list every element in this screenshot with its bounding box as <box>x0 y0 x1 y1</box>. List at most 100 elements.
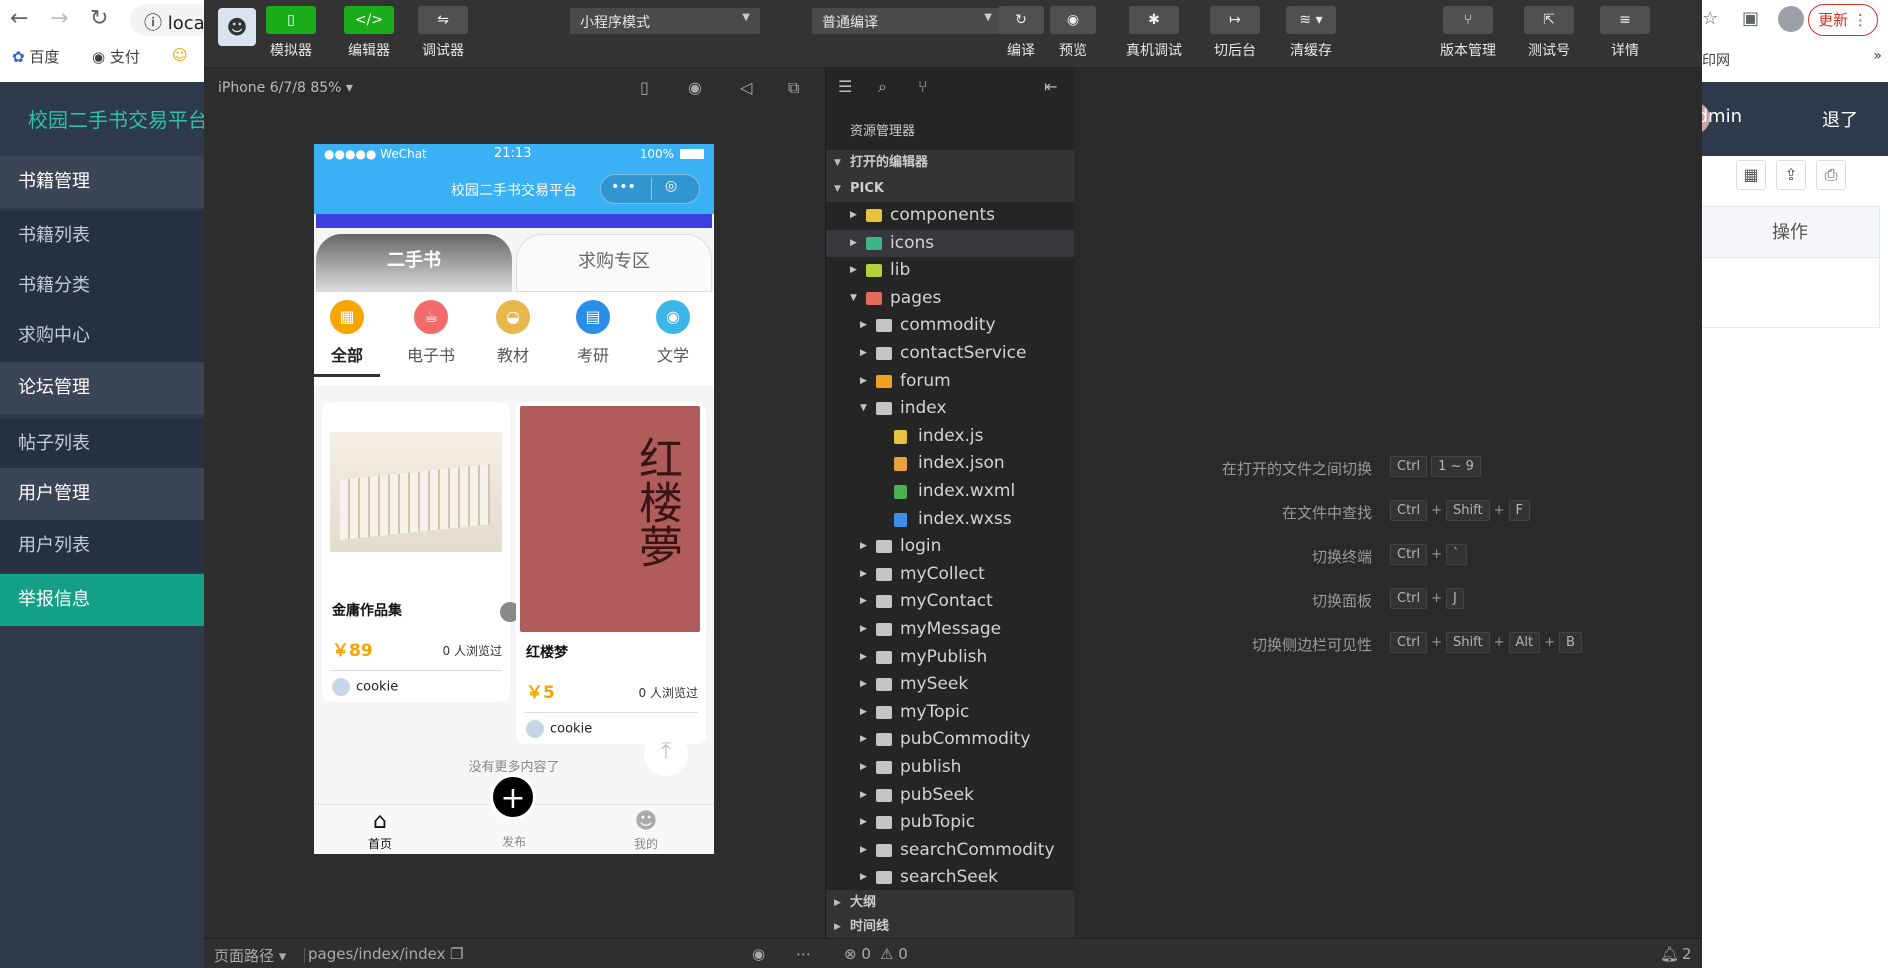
eye-icon[interactable]: ◉ <box>752 945 765 963</box>
search-icon[interactable]: ⌕ <box>878 77 887 97</box>
tree-folder[interactable]: ▶ pubSeek <box>826 782 1074 809</box>
sidebar-item[interactable]: 求购中心 <box>0 310 204 362</box>
tabbar-home[interactable]: ⌂ 首页 <box>340 809 420 852</box>
tree-file[interactable]: index.wxml <box>826 478 1074 505</box>
details-button[interactable]: ≡ 详情 <box>1600 6 1650 60</box>
compile-select[interactable]: 普通编译 ▼ <box>812 8 1002 34</box>
capsule-menu[interactable]: ••• ◎ <box>600 174 700 204</box>
avatar[interactable]: ☻ <box>218 8 256 46</box>
export-icon[interactable]: ⇪ <box>1776 160 1806 190</box>
tree-folder[interactable]: ▶ myContact <box>826 588 1074 615</box>
version-button[interactable]: ⑂ 版本管理 <box>1440 6 1496 60</box>
category-ebook[interactable]: ☕ 电子书 <box>396 300 466 366</box>
category-all[interactable]: ▦ 全部 <box>314 300 382 366</box>
print-icon[interactable]: ⎙ <box>1816 160 1846 190</box>
seller[interactable]: cookie <box>332 678 398 696</box>
forward-icon[interactable]: → <box>50 6 68 31</box>
tree-file[interactable]: index.wxss <box>826 506 1074 533</box>
admin-brand[interactable]: 校园二手书交易平台 <box>28 104 208 133</box>
volume-icon[interactable]: ◁ <box>740 78 752 97</box>
branch-icon[interactable]: ⑂ <box>918 77 928 96</box>
profile-icon[interactable] <box>1778 6 1804 32</box>
error-count[interactable]: ⊗ 0 <box>844 945 871 963</box>
preview-button[interactable]: ◉ 预览 <box>1050 6 1096 60</box>
collapse-icon[interactable]: ⇤ <box>1044 77 1057 96</box>
sidebar-item[interactable]: 书籍列表 <box>0 210 204 262</box>
debugger-button[interactable]: ⇋ 调试器 <box>418 6 468 60</box>
update-button[interactable]: 更新 ⋮ <box>1808 4 1878 36</box>
sidebar-item[interactable]: 用户列表 <box>0 520 204 572</box>
tree-folder[interactable]: ▶ myTopic <box>826 699 1074 726</box>
tree-file[interactable]: index.json <box>826 450 1074 477</box>
publish-button[interactable]: + <box>490 774 536 820</box>
simulator-button[interactable]: ▯ 模拟器 <box>266 6 316 60</box>
editor-button[interactable]: </> 编辑器 <box>344 6 394 60</box>
tree-folder[interactable]: ▶ publish <box>826 754 1074 781</box>
page-path-label[interactable]: 页面路径 ▾ <box>214 945 286 966</box>
tree-folder[interactable]: ▶ lib <box>826 257 1074 284</box>
bookmark-pay[interactable]: ◉ 支付 <box>92 46 140 67</box>
tree-folder[interactable]: ▶ searchCommodity <box>826 837 1074 864</box>
window-icon[interactable]: ⧉ <box>788 78 799 98</box>
logout-button[interactable]: 退了 <box>1822 106 1858 132</box>
warning-count[interactable]: ⚠ 0 <box>880 945 908 963</box>
copy-icon[interactable]: ❐ <box>450 945 463 963</box>
sidebar-item[interactable]: 用户管理 <box>0 468 204 520</box>
columns-icon[interactable]: ▦ <box>1736 160 1766 190</box>
banner[interactable] <box>316 214 712 228</box>
clear-cache-button[interactable]: ≋ ▾ 清缓存 <box>1286 6 1336 60</box>
book-card[interactable]: 红楼夢 红楼梦 ￥5 0 人浏览过 cookie <box>516 402 706 744</box>
test-id-button[interactable]: ⇱ 测试号 <box>1524 6 1574 60</box>
tree-folder[interactable]: ▼ index <box>826 395 1074 422</box>
tree-folder[interactable]: ▶ contactService <box>826 340 1074 367</box>
close-circle-icon[interactable]: ◎ <box>665 178 677 194</box>
section-timeline[interactable]: ▶ 时间线 <box>826 916 1074 938</box>
star-icon[interactable]: ☆ <box>1702 8 1718 29</box>
section-outline[interactable]: ▶ 大纲 <box>826 890 1074 916</box>
mode-select[interactable]: 小程序模式 ▼ <box>570 8 760 34</box>
category-textbook[interactable]: ◒ 教材 <box>478 300 548 366</box>
sidebar-item[interactable]: 论坛管理 <box>0 362 204 414</box>
tree-folder[interactable]: ▶ myMessage <box>826 616 1074 643</box>
sidepanel-icon[interactable]: ▣ <box>1742 8 1759 29</box>
tree-folder[interactable]: ▶ icons <box>826 229 1074 257</box>
tree-folder[interactable]: ▼ pages <box>826 285 1074 312</box>
seller[interactable]: cookie <box>526 720 592 738</box>
phone-icon[interactable]: ▯ <box>640 78 649 97</box>
tree-folder[interactable]: ▶ commodity <box>826 312 1074 339</box>
list-icon[interactable]: ☰ <box>838 77 852 96</box>
section-open-editors[interactable]: ▼ 打开的编辑器 <box>826 150 1074 176</box>
tree-folder[interactable]: ▶ pubTopic <box>826 809 1074 836</box>
more-icon[interactable]: ••• <box>611 179 636 195</box>
real-debug-button[interactable]: ✱ 真机调试 <box>1126 6 1182 60</box>
device-select[interactable]: iPhone 6/7/8 85% ▾ <box>218 80 353 96</box>
tree-folder[interactable]: ▶ login <box>826 533 1074 560</box>
compile-button[interactable]: ↻ 编译 <box>998 6 1044 60</box>
sidebar-item[interactable]: 书籍分类 <box>0 260 204 312</box>
sidebar-item[interactable]: 书籍管理 <box>0 156 204 208</box>
tree-folder[interactable]: ▶ myCollect <box>826 561 1074 588</box>
section-project[interactable]: ▼ PICK <box>826 176 1074 202</box>
tabbar-publish[interactable]: 发布 <box>474 833 554 850</box>
book-card[interactable]: 金庸作品集 ￥89 0 人浏览过 cookie <box>322 402 510 702</box>
more-bookmarks-icon[interactable]: » <box>1873 48 1882 64</box>
tab-secondhand[interactable]: 二手书 <box>316 234 512 292</box>
reload-icon[interactable]: ↻ <box>90 6 108 31</box>
tree-folder[interactable]: ▶ myPublish <box>826 644 1074 671</box>
back-icon[interactable]: ← <box>10 6 28 31</box>
bookmark-partial[interactable]: 印网 <box>1702 50 1730 70</box>
background-button[interactable]: ↦ 切后台 <box>1210 6 1260 60</box>
sidebar-item[interactable]: 举报信息 <box>0 574 204 626</box>
tab-wanted[interactable]: 求购专区 <box>516 234 712 292</box>
category-literature[interactable]: ◉ 文学 <box>638 300 708 366</box>
stop-icon[interactable]: ◉ <box>688 78 702 97</box>
tree-folder[interactable]: ▶ searchSeek <box>826 864 1074 891</box>
bell-icon[interactable]: 🔔︎ <box>1660 945 1679 963</box>
category-exam[interactable]: ▤ 考研 <box>558 300 628 366</box>
tree-folder[interactable]: ▶ forum <box>826 368 1074 395</box>
bookmark-baidu[interactable]: ✿ 百度 <box>12 46 59 67</box>
tabbar-mine[interactable]: ☻ 我的 <box>606 809 686 852</box>
sidebar-item[interactable]: 帖子列表 <box>0 418 204 470</box>
page-path[interactable]: pages/index/index <box>308 945 445 963</box>
more-icon[interactable]: ⋯ <box>796 945 811 963</box>
